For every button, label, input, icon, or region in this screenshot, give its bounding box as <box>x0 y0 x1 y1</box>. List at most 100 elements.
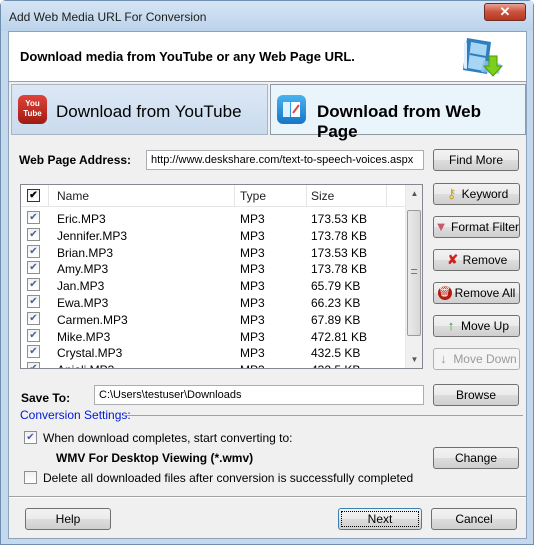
row-name: Jennifer.MP3 <box>57 228 128 243</box>
key-add-icon: ⚷ <box>446 186 457 201</box>
table-row[interactable]: ✔ Mike.MP3 MP3 472.81 KB <box>21 328 409 345</box>
help-button[interactable]: Help <box>25 508 111 530</box>
move-up-button[interactable]: ↑ Move Up <box>433 315 520 337</box>
window-title: Add Web Media URL For Conversion <box>9 10 207 24</box>
row-checkbox[interactable]: ✔ <box>27 278 40 292</box>
scroll-up-arrow-icon[interactable]: ▲ <box>406 189 422 198</box>
select-all-checkbox[interactable]: ✔ <box>27 189 40 202</box>
browse-button[interactable]: Browse <box>433 384 519 406</box>
web-address-label: Web Page Address: <box>19 153 132 167</box>
web-address-input[interactable]: http://www.deskshare.com/text-to-speech-… <box>146 150 424 170</box>
row-type: MP3 <box>240 312 265 327</box>
next-button[interactable]: Next <box>338 508 422 530</box>
row-type: MP3 <box>240 212 265 226</box>
delete-files-label: Delete all downloaded files after conver… <box>43 471 414 485</box>
row-size: 66.23 KB <box>311 296 361 310</box>
cancel-button[interactable]: Cancel <box>431 508 517 530</box>
row-checkbox[interactable]: ✔ <box>27 362 40 368</box>
dialog-window: Add Web Media URL For Conversion ✕ Downl… <box>0 0 534 545</box>
header-banner: Download media from YouTube or any Web P… <box>9 32 526 82</box>
row-type: MP3 <box>240 262 265 277</box>
move-down-button[interactable]: ↓ Move Down <box>433 348 520 370</box>
tab-download-youtube[interactable]: You Tube Download from YouTube <box>11 84 268 135</box>
arrow-up-icon: ↑ <box>447 318 455 333</box>
row-name: Anjali.MP3 <box>57 363 114 368</box>
web-page-icon <box>277 95 306 124</box>
table-row[interactable]: ✔ Anjali.MP3 MP3 432.5 KB <box>21 361 409 368</box>
save-to-label: Save To: <box>21 391 71 405</box>
arrow-down-icon: ↓ <box>440 351 447 366</box>
tab-label: Download from YouTube <box>56 102 242 121</box>
close-icon: ✕ <box>499 4 511 19</box>
row-type: MP3 <box>240 363 265 368</box>
row-checkbox[interactable]: ✔ <box>27 345 40 359</box>
row-size: 432.5 KB <box>311 363 360 368</box>
row-checkbox[interactable]: ✔ <box>27 295 40 308</box>
row-name: Amy.MP3 <box>57 262 109 277</box>
title-bar: Add Web Media URL For Conversion ✕ <box>1 1 533 31</box>
remove-all-button[interactable]: 🗑 Remove All <box>433 282 520 304</box>
find-more-button[interactable]: Find More <box>433 149 519 171</box>
row-checkbox[interactable]: ✔ <box>27 211 40 224</box>
column-header-name[interactable]: Name <box>57 189 89 203</box>
conversion-settings-label: Conversion Settings: <box>20 408 131 422</box>
format-filter-button[interactable]: ▼ Format Filter <box>433 216 520 238</box>
table-row[interactable]: ✔ Brian.MP3 MP3 173.53 KB <box>21 244 409 261</box>
scroll-down-arrow-icon[interactable]: ▼ <box>406 355 422 364</box>
list-header: ✔ Name Type Size <box>21 185 409 207</box>
keyword-button[interactable]: ⚷ Keyword <box>433 183 520 205</box>
table-row[interactable]: ✔ Crystal.MP3 MP3 432.5 KB <box>21 344 409 361</box>
tab-download-web-page[interactable]: Download from Web Page <box>270 84 526 141</box>
row-type: MP3 <box>240 228 265 243</box>
row-size: 173.78 KB <box>311 228 368 243</box>
youtube-icon: You Tube <box>18 95 47 124</box>
table-row[interactable]: ✔ Jennifer.MP3 MP3 173.78 KB <box>21 227 409 244</box>
delete-files-checkbox[interactable] <box>24 471 37 484</box>
row-checkbox[interactable]: ✔ <box>27 261 40 275</box>
table-row[interactable]: ✔ Eric.MP3 MP3 173.53 KB <box>21 210 409 227</box>
row-size: 432.5 KB <box>311 346 361 361</box>
scroll-thumb[interactable] <box>407 210 421 336</box>
row-type: MP3 <box>240 329 265 344</box>
remove-button[interactable]: ✘ Remove <box>433 249 520 271</box>
row-type: MP3 <box>240 346 265 361</box>
red-x-icon: ✘ <box>447 252 459 267</box>
convert-checkbox[interactable]: ✔ <box>24 431 37 444</box>
header-text: Download media from YouTube or any Web P… <box>20 49 355 64</box>
column-header-size[interactable]: Size <box>311 189 334 203</box>
row-checkbox[interactable]: ✔ <box>27 227 40 241</box>
table-row[interactable]: ✔ Amy.MP3 MP3 173.78 KB <box>21 260 409 277</box>
row-type: MP3 <box>240 279 265 294</box>
row-name: Ewa.MP3 <box>57 296 109 310</box>
funnel-icon: ▼ <box>434 219 448 234</box>
media-list: ✔ Name Type Size ✔ Eric.MP3 MP3 173.53 KB ✔ J… <box>20 184 423 369</box>
table-row[interactable]: ✔ Jan.MP3 MP3 65.79 KB <box>21 277 409 294</box>
table-row[interactable]: ✔ Carmen.MP3 MP3 67.89 KB <box>21 311 409 328</box>
row-checkbox[interactable]: ✔ <box>27 311 40 325</box>
row-type: MP3 <box>240 296 265 310</box>
row-name: Mike.MP3 <box>57 329 111 344</box>
row-name: Crystal.MP3 <box>57 346 123 361</box>
row-name: Eric.MP3 <box>57 212 106 226</box>
row-name: Brian.MP3 <box>57 245 114 260</box>
row-size: 67.89 KB <box>311 312 361 327</box>
row-name: Carmen.MP3 <box>57 312 128 327</box>
tab-label: Download from Web Page <box>317 102 482 141</box>
divider <box>123 415 523 416</box>
convert-checkbox-label: When download completes, start convertin… <box>43 431 293 445</box>
table-row[interactable]: ✔ Ewa.MP3 MP3 66.23 KB <box>21 294 409 311</box>
trash-icon: 🗑 <box>437 286 452 300</box>
row-size: 173.53 KB <box>311 245 368 260</box>
row-size: 65.79 KB <box>311 279 361 294</box>
close-button[interactable]: ✕ <box>484 3 526 21</box>
list-scrollbar[interactable]: ▲ ▼ <box>405 185 422 368</box>
row-type: MP3 <box>240 245 265 260</box>
row-checkbox[interactable]: ✔ <box>27 244 40 258</box>
row-size: 173.78 KB <box>311 262 368 277</box>
column-header-type[interactable]: Type <box>240 189 266 203</box>
row-name: Jan.MP3 <box>57 279 105 294</box>
change-format-button[interactable]: Change <box>433 447 519 469</box>
row-checkbox[interactable]: ✔ <box>27 328 40 342</box>
save-to-input[interactable]: C:\Users\testuser\Downloads <box>94 385 424 405</box>
film-download-icon <box>463 38 504 77</box>
